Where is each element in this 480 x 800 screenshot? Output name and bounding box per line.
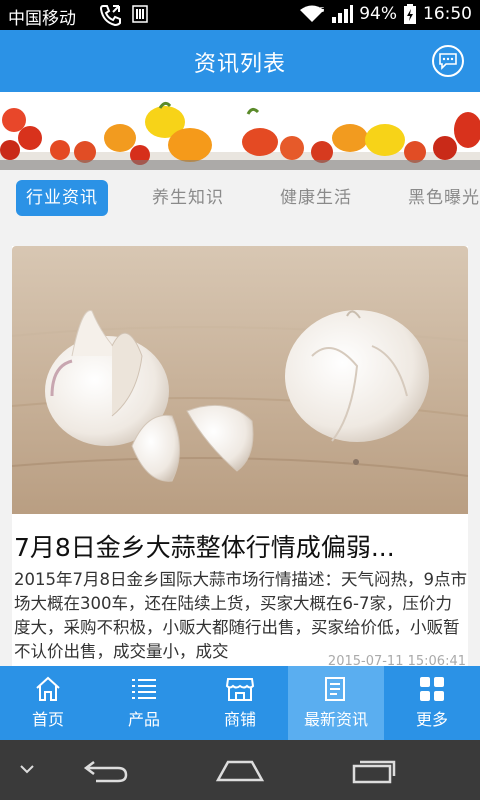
tab-industry-news[interactable]: 行业资讯 bbox=[16, 180, 108, 216]
wifi-icon: G bbox=[300, 5, 325, 22]
sim-icon bbox=[132, 5, 148, 23]
nav-home-label: 首页 bbox=[31, 710, 64, 729]
recent-apps-icon[interactable] bbox=[350, 756, 398, 784]
article-image[interactable] bbox=[12, 246, 468, 514]
call-icon bbox=[98, 3, 124, 32]
page-title: 资讯列表 bbox=[193, 52, 286, 77]
grid-icon bbox=[420, 677, 444, 701]
tab-black-exposure[interactable]: 黑色曝光 bbox=[408, 180, 480, 216]
signal-icon bbox=[332, 5, 354, 23]
article-date: 2015-07-11 15:06:41 bbox=[327, 654, 466, 666]
chevron-down-icon[interactable] bbox=[18, 762, 36, 776]
article-list: 7月8日金乡大蒜整体行情成偏弱... 2015年7月8日金乡国际大蒜市场行情描述… bbox=[0, 226, 480, 666]
home-icon bbox=[36, 676, 60, 701]
nav-products[interactable]: 产品 bbox=[96, 666, 192, 740]
back-icon[interactable] bbox=[82, 756, 130, 784]
shop-icon bbox=[225, 678, 255, 701]
nav-products-label: 产品 bbox=[127, 710, 160, 729]
nav-latest-news-label: 最新资讯 bbox=[303, 710, 368, 729]
clock: 16:50 bbox=[423, 4, 472, 24]
article-description: 2015年7月8日金乡国际大蒜市场行情描述：天气闷热，9点市场大概在300车，还… bbox=[14, 570, 467, 661]
nav-home[interactable]: 首页 bbox=[0, 666, 96, 740]
tab-healthy-living[interactable]: 健康生活 bbox=[280, 180, 352, 216]
battery-icon bbox=[404, 4, 416, 24]
system-nav-bar bbox=[0, 740, 480, 800]
list-icon bbox=[132, 679, 156, 699]
battery-percent: 94% bbox=[359, 4, 397, 24]
nav-more[interactable]: 更多 bbox=[384, 666, 480, 740]
nav-shops[interactable]: 商铺 bbox=[192, 666, 288, 740]
bottom-nav: 首页 产品 商铺 最新资讯 更多 bbox=[0, 666, 480, 740]
nav-more-label: 更多 bbox=[415, 710, 448, 729]
app-header: 资讯列表 bbox=[0, 30, 480, 92]
svg-text:G: G bbox=[319, 6, 324, 14]
home-button-icon[interactable] bbox=[214, 758, 266, 784]
chat-bubble-icon[interactable] bbox=[432, 45, 464, 77]
category-tabs: 行业资讯 养生知识 健康生活 黑色曝光 bbox=[0, 170, 480, 226]
news-icon bbox=[325, 677, 345, 701]
status-bar: 中国移动 G 94% 16:50 bbox=[0, 0, 480, 30]
nav-shops-label: 商铺 bbox=[223, 710, 256, 729]
nav-latest-news[interactable]: 最新资讯 bbox=[288, 666, 384, 740]
carrier-name: 中国移动 bbox=[8, 9, 76, 29]
article-card[interactable]: 7月8日金乡大蒜整体行情成偏弱... 2015年7月8日金乡国际大蒜市场行情描述… bbox=[12, 246, 468, 666]
article-title[interactable]: 7月8日金乡大蒜整体行情成偏弱... bbox=[14, 528, 464, 564]
banner-image[interactable] bbox=[0, 92, 480, 170]
tab-health-knowledge[interactable]: 养生知识 bbox=[152, 180, 224, 216]
